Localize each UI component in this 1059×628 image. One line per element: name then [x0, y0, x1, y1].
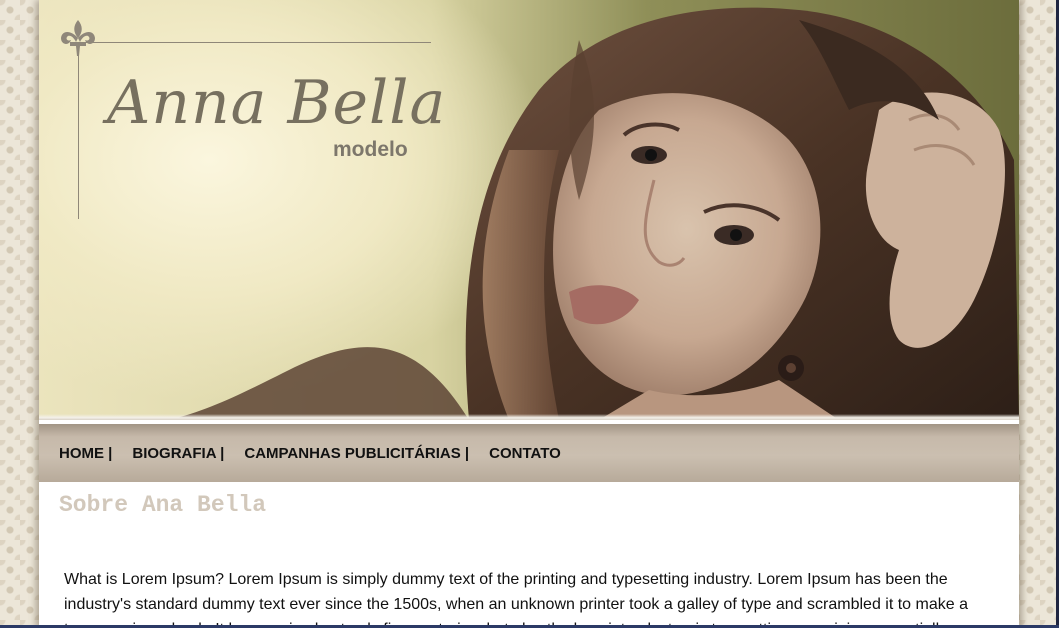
logo-frame-vertical: [78, 42, 79, 219]
logo-frame-horizontal: [78, 42, 431, 43]
about-paragraph: What is Lorem Ipsum? Lorem Ipsum is simp…: [64, 571, 968, 628]
model-portrait-photo: [169, 7, 1019, 420]
nav-item-campanhas-publicitarias[interactable]: CAMPANHAS PUBLICITÁRIAS |: [244, 445, 469, 462]
logo-subtitle: modelo: [333, 138, 408, 161]
header-banner: Anna Bella modelo: [39, 0, 1019, 420]
banner-bottom-edge: [39, 414, 1019, 420]
section-title: Sobre Ana Bella: [59, 492, 267, 518]
page-container: Anna Bella modelo HOME | BIOGRAFIA | CAM…: [39, 0, 1019, 628]
logo-title: Anna Bella: [107, 68, 447, 138]
nav-item-biografia[interactable]: BIOGRAFIA |: [132, 445, 224, 462]
main-navigation: HOME | BIOGRAFIA | CAMPANHAS PUBLICITÁRI…: [39, 424, 1019, 482]
nav-item-home[interactable]: HOME |: [59, 445, 112, 462]
nav-item-contato[interactable]: CONTATO: [489, 445, 561, 462]
main-content: Sobre Ana Bella What is Lorem Ipsum? Lor…: [39, 482, 1019, 628]
